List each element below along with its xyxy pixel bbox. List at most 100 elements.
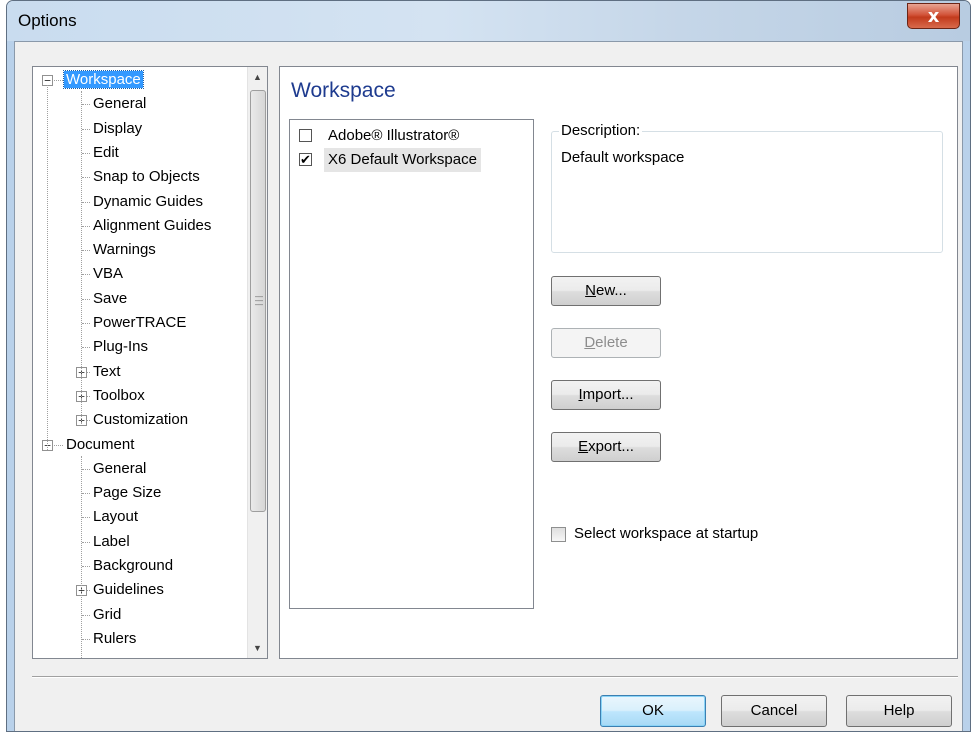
tree-connector xyxy=(82,347,90,349)
tree-root-line xyxy=(47,85,48,450)
tree-item-label: Plug-Ins xyxy=(93,338,149,356)
tree-connector xyxy=(54,80,63,81)
tree-item-label: Alignment Guides xyxy=(93,216,212,234)
tree-item[interactable]: Save xyxy=(91,288,129,310)
tree-connector xyxy=(82,152,90,154)
tree-item[interactable]: Grid xyxy=(91,604,123,626)
tree-item[interactable]: Layout xyxy=(91,506,140,528)
tree-item-label: Layout xyxy=(93,508,139,526)
tree-item[interactable]: Alignment Guides xyxy=(91,215,213,237)
tree-item-label: Label xyxy=(93,532,130,550)
tree-item[interactable]: Workspace xyxy=(63,69,144,91)
startup-checkbox[interactable] xyxy=(551,527,566,542)
import-button[interactable]: Import... xyxy=(551,380,661,410)
tree-item[interactable]: General xyxy=(91,458,148,480)
description-group: Description: Default workspace xyxy=(551,122,943,253)
delete-label: elete xyxy=(595,334,628,351)
tree-item-label: Save xyxy=(93,289,128,307)
description-text: Default workspace xyxy=(561,149,685,166)
tree-connector xyxy=(82,274,90,276)
tree-connector xyxy=(82,493,90,495)
delete-mnemonic: D xyxy=(584,334,596,351)
tree-connector xyxy=(82,541,90,543)
new-label: ew... xyxy=(595,282,627,299)
tree-item[interactable]: Snap to Objects xyxy=(91,166,202,188)
new-button[interactable]: New... xyxy=(551,276,661,306)
tree-item[interactable]: Document xyxy=(64,434,136,456)
workspace-checkbox-checked[interactable]: ✔ xyxy=(299,153,312,166)
dialog-client-area: Workspace − General Display Edit Snap to Obje… xyxy=(14,41,963,731)
startup-label: Select workspace at startup xyxy=(574,525,759,542)
tree-item-label: Customization xyxy=(93,411,189,429)
tree-connector xyxy=(82,104,90,106)
tree-connector xyxy=(82,566,90,567)
tree-item[interactable]: Warnings xyxy=(91,239,158,261)
tree-item[interactable]: Display xyxy=(91,118,144,140)
tree-item[interactable]: Toolbox xyxy=(91,385,147,407)
tree-item-label: General xyxy=(93,95,147,113)
title-bar[interactable]: Options x xyxy=(7,1,970,41)
description-label: Description: xyxy=(559,122,643,139)
tree-connector xyxy=(82,323,90,324)
tree-item[interactable]: Page Size xyxy=(91,482,163,504)
tree-item[interactable]: Guidelines xyxy=(91,579,166,601)
tree-item[interactable]: Edit xyxy=(91,142,121,164)
export-label: xport... xyxy=(588,438,634,455)
tree-connector xyxy=(82,298,90,300)
cancel-button[interactable]: Cancel xyxy=(721,695,827,727)
panel-title: Workspace xyxy=(291,79,396,102)
tree-item[interactable]: Text xyxy=(91,361,123,383)
tree-item[interactable]: Label xyxy=(91,531,132,553)
tree-item-label: Page Size xyxy=(93,484,162,502)
tree-connector xyxy=(82,128,90,130)
tree-item-label: General xyxy=(93,459,147,477)
tree-guide-line xyxy=(81,91,82,424)
close-icon: x xyxy=(927,5,940,27)
footer-separator xyxy=(32,676,958,678)
tree-item-label: Rulers xyxy=(93,629,137,647)
tree-connector xyxy=(82,201,90,203)
tree-item-label: Grid xyxy=(93,605,122,623)
scroll-up-arrow-icon[interactable]: ▲ xyxy=(248,67,267,87)
tree-item[interactable]: PowerTRACE xyxy=(91,312,188,334)
help-button[interactable]: Help xyxy=(846,695,952,727)
scroll-down-arrow-icon[interactable]: ▼ xyxy=(248,638,267,658)
export-button[interactable]: Export... xyxy=(551,432,661,462)
options-dialog: Options x Workspace − General Display Edit Sn… xyxy=(6,0,971,732)
tree-connector xyxy=(82,225,90,227)
close-button[interactable]: x xyxy=(907,3,960,29)
category-tree[interactable]: Workspace − General Display Edit Snap to Obje… xyxy=(32,66,268,659)
tree-item-label: Display xyxy=(93,119,143,137)
ok-button[interactable]: OK xyxy=(600,695,706,727)
tree-connector xyxy=(82,468,90,470)
tree-item-label: Dynamic Guides xyxy=(93,192,204,210)
window-title: Options xyxy=(18,11,77,30)
tree-connector xyxy=(82,638,90,640)
tree-item-label: Workspace xyxy=(63,70,144,89)
tree-item-label: Text xyxy=(93,362,121,380)
tree-item-label: Guidelines xyxy=(93,581,164,599)
workspace-panel: Workspace Adobe® Illustrator® ✔ X6 Defau… xyxy=(279,66,958,659)
tree-item[interactable]: VBA xyxy=(91,263,125,285)
tree-item[interactable]: Background xyxy=(91,555,175,577)
tree-item-label: Document xyxy=(66,435,135,453)
workspace-item-label: X6 Default Workspace xyxy=(324,148,481,172)
tree-item[interactable]: Dynamic Guides xyxy=(91,191,205,213)
tree-item-label: VBA xyxy=(93,265,124,283)
tree-item[interactable]: Plug-Ins xyxy=(91,336,150,358)
tree-connector xyxy=(82,517,90,519)
tree-item-label: Snap to Objects xyxy=(93,168,200,186)
grip-icon: — — — xyxy=(255,292,263,309)
tree-item-label: Warnings xyxy=(93,241,156,259)
tree-scrollbar[interactable]: ▲ — — — ▼ xyxy=(247,67,267,658)
tree-item[interactable]: Customization xyxy=(91,409,190,431)
workspace-list[interactable]: Adobe® Illustrator® ✔ X6 Default Workspa… xyxy=(289,119,534,609)
workspace-checkbox[interactable] xyxy=(299,129,312,142)
tree-connector xyxy=(82,614,90,616)
delete-button[interactable]: Delete xyxy=(551,328,661,358)
scroll-thumb[interactable]: — — — xyxy=(250,90,266,512)
tree-item-label: Background xyxy=(93,557,174,574)
tree-item[interactable]: Rulers xyxy=(91,628,138,650)
tree-guide-line xyxy=(81,455,82,658)
tree-item[interactable]: General xyxy=(91,93,148,115)
